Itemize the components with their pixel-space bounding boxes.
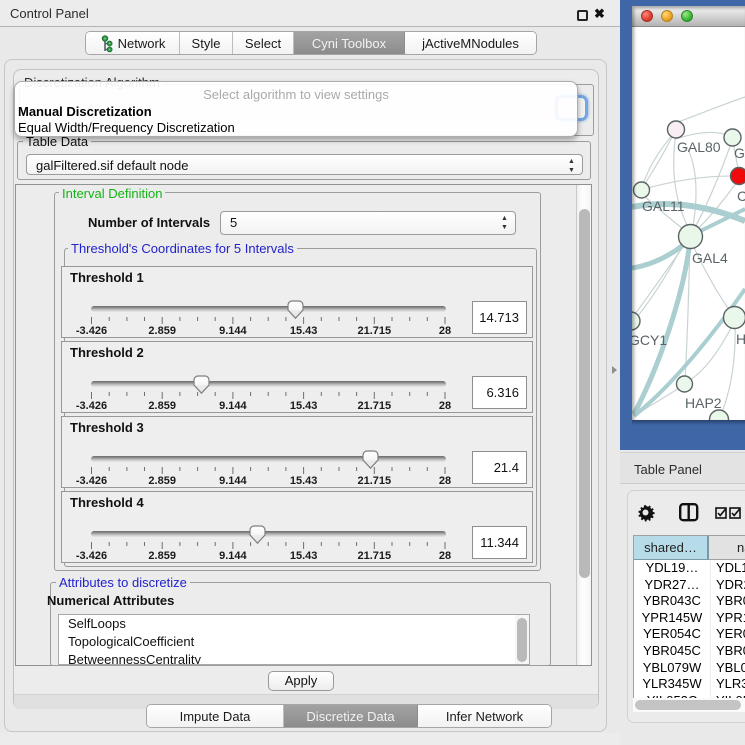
- svg-text:HAP2: HAP2: [685, 395, 722, 411]
- svg-text:GCY1: GCY1: [632, 332, 667, 348]
- svg-text:GAL11: GAL11: [642, 198, 685, 214]
- svg-text:GA: GA: [734, 145, 745, 161]
- svg-text:C: C: [737, 188, 745, 204]
- svg-text:H: H: [736, 331, 745, 347]
- svg-text:GAL80: GAL80: [677, 139, 721, 155]
- svg-text:GAL4: GAL4: [692, 250, 728, 266]
